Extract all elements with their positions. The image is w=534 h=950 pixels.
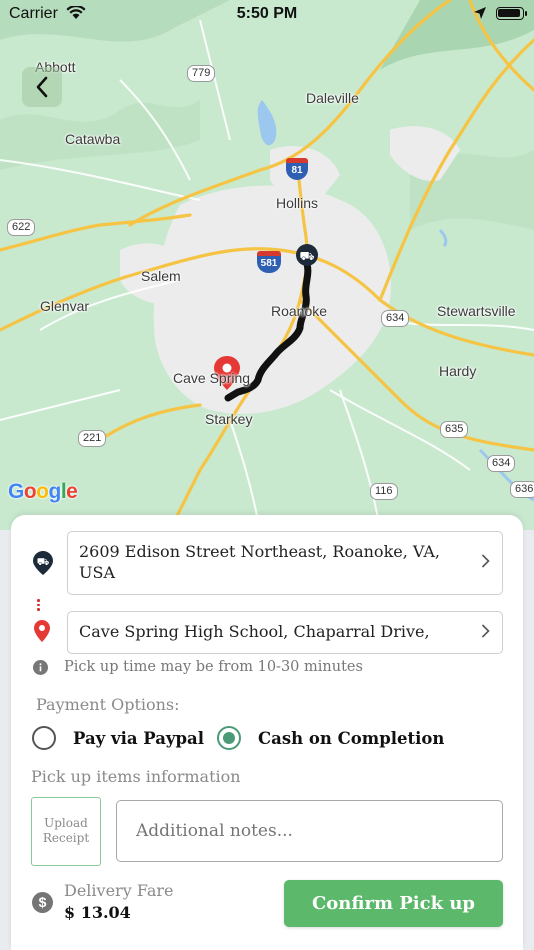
route-shield-779: 779 (187, 65, 216, 82)
map-label-cave-spring: Cave Spring (173, 370, 251, 386)
pickup-form-sheet: ⛟ 2609 Edison Street Northeast, Roanoke,… (11, 515, 523, 950)
pickup-location-icon: ⛟ (32, 550, 54, 580)
map-label-hollins: Hollins (276, 195, 319, 211)
delivery-fare-label: Delivery Fare (64, 881, 174, 900)
route-shield-116: 116 (370, 483, 398, 500)
payment-option-paypal[interactable]: Pay via Paypal (32, 726, 204, 750)
dropoff-pin-icon (33, 619, 51, 647)
map-label-hardy: Hardy (439, 363, 477, 379)
payment-option-cash-label: Cash on Completion (258, 728, 445, 748)
back-button[interactable] (22, 67, 62, 107)
map-label-roanoke: Roanoke (271, 303, 328, 319)
pickup-time-note: Pick up time may be from 10-30 minutes (33, 659, 363, 675)
pickup-address-field[interactable]: 2609 Edison Street Northeast, Roanoke, V… (67, 531, 503, 595)
radio-unselected-icon[interactable] (32, 726, 56, 750)
map-label-stewartsville: Stewartsville (437, 303, 516, 319)
interstate-shield-81: 81 (286, 158, 308, 180)
payment-option-paypal-label: Pay via Paypal (73, 728, 205, 748)
route-shield-634-south: 634 (487, 455, 516, 472)
location-arrow-icon (473, 6, 487, 25)
clock: 5:50 PM (236, 5, 298, 22)
info-icon (33, 659, 48, 675)
map-label-daleville: Daleville (306, 90, 359, 106)
route-shield-622: 622 (7, 219, 36, 236)
map-label-glenvar: Glenvar (40, 298, 90, 314)
route-shield-221: 221 (78, 430, 107, 447)
google-logo: Google (8, 480, 78, 503)
payment-options-label: Payment Options: (36, 695, 180, 714)
svg-text:⛟: ⛟ (299, 249, 314, 263)
map-label-catawba: Catawba (65, 131, 121, 147)
route-shield-636: 636 (510, 481, 534, 498)
confirm-pickup-button[interactable]: Confirm Pick up (284, 880, 503, 927)
interstate-shield-581: 581 (257, 251, 281, 273)
pickup-items-label: Pick up items information (31, 767, 241, 786)
map-label-starkey: Starkey (205, 411, 253, 427)
dropoff-address-text: Cave Spring High School, Chaparral Drive… (79, 622, 430, 641)
dollar-icon: $ (32, 892, 53, 913)
route-connector-dots (37, 599, 40, 613)
status-bar: Carrier 5:50 PM (0, 0, 534, 28)
map-view[interactable]: ⛟ Abbott Catawba Daleville Hollins Salem… (0, 0, 534, 530)
svg-text:⛟: ⛟ (37, 557, 50, 568)
pickup-time-text: Pick up time may be from 10-30 minutes (64, 659, 363, 675)
pickup-address-text: 2609 Edison Street Northeast, Roanoke, V… (79, 542, 441, 582)
chevron-right-icon (481, 622, 490, 643)
additional-notes-input[interactable] (116, 800, 503, 862)
dropoff-address-field[interactable]: Cave Spring High School, Chaparral Drive… (67, 611, 503, 654)
payment-option-cash[interactable]: Cash on Completion (217, 726, 444, 750)
upload-receipt-button[interactable]: Upload Receipt (31, 797, 101, 866)
route-shield-635: 635 (440, 421, 469, 438)
chevron-left-icon (36, 76, 48, 98)
route-shield-634-north: 634 (381, 310, 410, 327)
battery-icon (496, 7, 527, 20)
radio-selected-icon[interactable] (217, 726, 241, 750)
delivery-fare-value: $ 13.04 (64, 903, 131, 922)
map-label-salem: Salem (141, 268, 181, 284)
chevron-right-icon (481, 553, 490, 574)
